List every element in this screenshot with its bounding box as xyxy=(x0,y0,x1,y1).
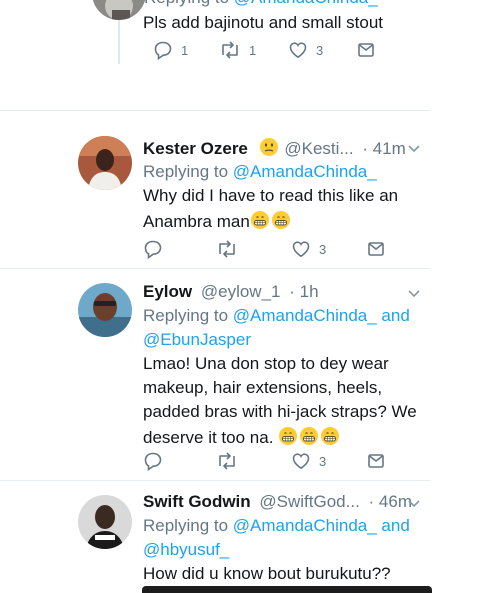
retweet-button[interactable] xyxy=(216,239,238,259)
chevron-down-icon[interactable] xyxy=(406,140,422,156)
replying-to: Replying to @AmandaChinda_ and xyxy=(143,516,410,535)
dm-button[interactable] xyxy=(357,40,375,60)
grinning-emoji-icon xyxy=(279,427,298,445)
mention-link[interactable]: @EbunJasper xyxy=(143,330,251,350)
replying-to: Replying to @AmandaChinda_ xyxy=(143,162,377,181)
retweet-button[interactable]: 1 xyxy=(219,40,256,60)
dm-icon xyxy=(368,454,384,468)
reply-count: 1 xyxy=(181,42,189,58)
like-button[interactable]: 3 xyxy=(288,40,323,60)
tweet-body-line: makeup, hair extensions, heels, xyxy=(143,378,383,397)
retweet-icon xyxy=(222,41,238,59)
display-name[interactable]: Kester Ozere xyxy=(143,139,248,158)
tweet-body-line: padded bras with hi-jack straps? We xyxy=(143,402,417,421)
like-button[interactable]: 3 xyxy=(291,451,326,471)
retweet-icon xyxy=(219,452,235,470)
handle[interactable]: @eylow_1 xyxy=(201,282,281,301)
tweet-kester-ozere[interactable]: Kester Ozere @Kesti... · 41m Replying to… xyxy=(0,111,500,268)
replying-to-partial: Replying to @AmandaChinda_ xyxy=(144,0,378,8)
tweet-body-line: How did u know bout burukutu?? xyxy=(143,564,391,583)
tweet-body-line: Lmao! Una don stop to dey wear xyxy=(143,354,389,373)
like-count: 3 xyxy=(319,453,327,469)
like-icon xyxy=(289,42,307,59)
mention-link[interactable]: @AmandaChinda_ xyxy=(233,516,377,535)
timestamp[interactable]: · 41m xyxy=(362,139,405,158)
grinning-emoji-icon xyxy=(321,427,340,445)
chevron-down-icon[interactable] xyxy=(406,285,422,301)
tweet-header: Eylow @eylow_1 · 1h xyxy=(143,282,319,302)
handle[interactable]: @SwiftGod... xyxy=(259,492,359,511)
display-name[interactable]: Swift Godwin xyxy=(143,492,251,511)
tweet-partial-top[interactable]: Replying to @AmandaChinda_ Pls add bajin… xyxy=(0,0,500,110)
like-icon xyxy=(292,241,310,258)
avatar[interactable] xyxy=(78,136,132,190)
avatar[interactable] xyxy=(78,495,132,549)
grinning-emoji-icon xyxy=(300,427,319,445)
dm-button[interactable] xyxy=(367,451,385,471)
like-count: 3 xyxy=(319,241,327,257)
retweet-button[interactable] xyxy=(216,451,238,471)
dm-icon xyxy=(368,242,384,256)
reply-icon xyxy=(144,240,162,259)
grinning-emoji-icon xyxy=(271,211,290,229)
tweet-header: Kester Ozere @Kesti... · 41m xyxy=(143,137,406,159)
chevron-down-icon[interactable] xyxy=(406,495,422,511)
reply-icon xyxy=(144,452,162,471)
tweet-eylow[interactable]: Eylow @eylow_1 · 1h Replying to @AmandaC… xyxy=(0,269,500,480)
tweet-body-line-2: Anambra man xyxy=(143,210,292,232)
mention-link[interactable]: @AmandaChinda_ xyxy=(233,162,377,181)
mention-link[interactable]: @AmandaChinda_ xyxy=(233,306,377,325)
reply-icon xyxy=(154,41,172,60)
timestamp[interactable]: · 1h xyxy=(289,282,318,301)
dm-button[interactable] xyxy=(367,239,385,259)
tweet-body-line: Why did I have to read this like an xyxy=(143,186,399,205)
mention-link[interactable]: @hbyusuf_ xyxy=(143,540,229,560)
tweet-header: Swift Godwin @SwiftGod... · 46m xyxy=(143,492,412,512)
tweet-actions: 3 xyxy=(143,239,393,259)
attached-media[interactable] xyxy=(142,586,432,593)
avatar[interactable] xyxy=(92,0,146,20)
tweet-actions: 3 xyxy=(143,451,393,471)
replying-to: Replying to @AmandaChinda_ and xyxy=(143,306,410,325)
reply-button[interactable] xyxy=(143,451,163,471)
retweet-icon xyxy=(219,240,235,258)
grimace-emoji-icon xyxy=(259,138,278,156)
like-icon xyxy=(292,453,310,470)
like-button[interactable]: 3 xyxy=(291,239,326,259)
tweet-body-line-4: deserve it too na. xyxy=(143,426,341,448)
retweet-count: 1 xyxy=(249,42,257,58)
like-count: 3 xyxy=(316,42,324,58)
avatar[interactable] xyxy=(78,283,132,337)
reply-button[interactable] xyxy=(143,239,163,259)
tweet-body-line: Pls add bajinotu and small stout xyxy=(143,13,384,32)
display-name[interactable]: Eylow xyxy=(143,282,192,301)
handle[interactable]: @Kesti... xyxy=(284,139,353,158)
tweet-actions: 1 1 3 xyxy=(143,40,393,60)
dm-icon xyxy=(358,43,374,57)
reply-button[interactable]: 1 xyxy=(153,40,188,60)
grinning-emoji-icon xyxy=(250,211,269,229)
tweet-swift-godwin[interactable]: Swift Godwin @SwiftGod... · 46m Replying… xyxy=(0,481,500,593)
